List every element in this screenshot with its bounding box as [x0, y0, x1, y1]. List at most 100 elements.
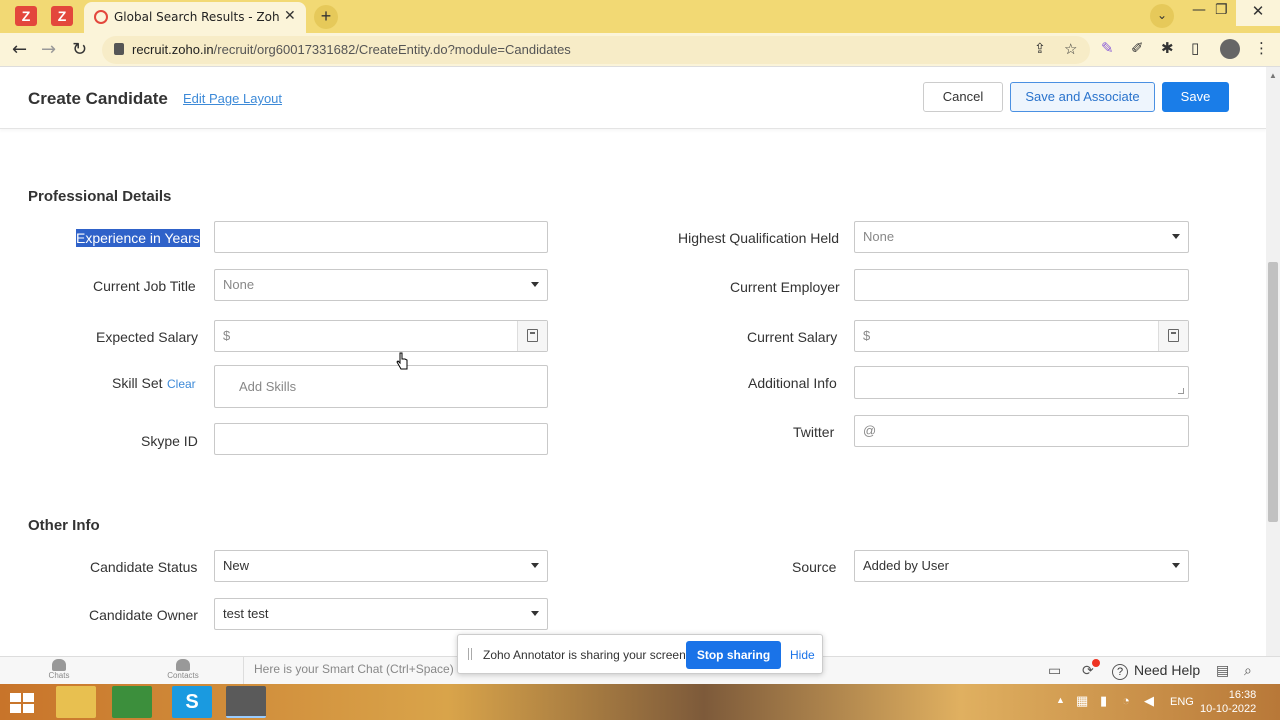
candidate-status-select[interactable]: New: [214, 550, 548, 582]
need-help-button[interactable]: ? Need Help: [1112, 662, 1200, 680]
expected-salary-label: Expected Salary: [96, 329, 198, 345]
screen-share-icon[interactable]: ▭: [1048, 663, 1061, 679]
skype-id-label: Skype ID: [141, 433, 198, 449]
notification-badge: [1092, 659, 1100, 667]
chevron-down-icon: [531, 563, 539, 568]
clock-time: 16:38: [1228, 689, 1257, 701]
browser-menu-icon[interactable]: ⋮: [1254, 39, 1269, 57]
skype-icon[interactable]: S: [172, 686, 212, 718]
maximize-window-icon[interactable]: ❐: [1215, 2, 1228, 18]
candidate-owner-label: Candidate Owner: [89, 607, 198, 623]
pinned-tab-zoho-1[interactable]: Z: [15, 6, 37, 26]
chevron-down-icon: [531, 611, 539, 616]
calculator-icon[interactable]: [517, 321, 547, 351]
scroll-up-icon[interactable]: ▲: [1269, 71, 1277, 80]
side-panel-icon[interactable]: ▯: [1191, 39, 1199, 57]
skill-set-label: Skill Set: [112, 375, 163, 391]
current-employer-input[interactable]: [854, 269, 1189, 301]
active-tab[interactable]: Global Search Results - Zoho Recruit ✕: [84, 2, 306, 33]
chats-tab[interactable]: Chats: [34, 659, 84, 680]
highest-qualification-select[interactable]: None: [854, 221, 1189, 253]
candidate-owner-select[interactable]: test test: [214, 598, 548, 630]
screen-sharing-bar: Zoho Annotator is sharing your screen. S…: [457, 634, 823, 674]
browser-tab-strip: Z Z Global Search Results - Zoho Recruit…: [0, 0, 1280, 33]
calculator-icon[interactable]: [1158, 321, 1188, 351]
highest-qualification-label: Highest Qualification Held: [678, 230, 840, 246]
resize-handle-icon[interactable]: [1178, 388, 1184, 394]
share-icon[interactable]: ⇪: [1034, 41, 1046, 57]
page-title: Create Candidate: [28, 89, 168, 108]
tray-overflow-icon[interactable]: ▲: [1056, 695, 1065, 705]
chevron-down-icon: [531, 282, 539, 287]
current-salary-label: Current Salary: [747, 329, 838, 345]
clock-date: 10-10-2022: [1200, 703, 1257, 715]
pen-extension-icon[interactable]: ✎: [1101, 39, 1114, 57]
source-label: Source: [792, 559, 837, 575]
browser-toolbar: ← → ↻ recruit.zoho.in/recruit/org6001733…: [0, 33, 1280, 67]
lock-icon: [114, 43, 124, 55]
chevron-down-icon: [1172, 234, 1180, 239]
hand-cursor-icon: [396, 352, 408, 370]
address-bar[interactable]: recruit.zoho.in/recruit/org60017331682/C…: [102, 36, 1090, 64]
skills-input[interactable]: Add Skills: [214, 365, 548, 408]
page-scrollbar[interactable]: ▲: [1266, 67, 1280, 656]
forward-arrow-icon[interactable]: →: [41, 39, 56, 60]
chrome-icon[interactable]: [226, 686, 266, 718]
pinned-tab-zoho-2[interactable]: Z: [51, 6, 73, 26]
current-salary-input[interactable]: $: [854, 320, 1189, 352]
additional-info-textarea[interactable]: [854, 366, 1189, 399]
sharing-message: Zoho Annotator is sharing your screen.: [483, 648, 690, 662]
announcements-icon[interactable]: ▤: [1216, 663, 1229, 679]
save-button[interactable]: Save: [1162, 82, 1229, 112]
source-select[interactable]: Added by User: [854, 550, 1189, 582]
eyedropper-extension-icon[interactable]: ✐: [1131, 39, 1144, 57]
drag-handle-icon[interactable]: [468, 648, 472, 660]
task-manager-icon[interactable]: [112, 686, 152, 718]
reload-icon[interactable]: ↻: [72, 39, 87, 60]
twitter-label: Twitter: [793, 424, 835, 440]
zoho-recruit-favicon-icon: [94, 10, 108, 24]
bookmark-star-icon[interactable]: ☆: [1064, 40, 1077, 58]
clear-skills-link[interactable]: Clear: [167, 377, 196, 391]
file-explorer-icon[interactable]: [56, 686, 96, 718]
new-tab-button[interactable]: +: [314, 5, 338, 29]
language-indicator[interactable]: ENG: [1170, 696, 1194, 708]
professional-details-heading: Professional Details: [28, 188, 172, 205]
smart-chat-input[interactable]: Here is your Smart Chat (Ctrl+Space): [243, 657, 463, 684]
twitter-input[interactable]: @: [854, 415, 1189, 447]
network-icon[interactable]: ▦: [1076, 693, 1088, 709]
search-icon[interactable]: ⌕: [1244, 663, 1252, 679]
close-window-icon[interactable]: ✕: [1236, 0, 1280, 26]
minimize-window-icon[interactable]: —: [1192, 2, 1206, 18]
windows-start-icon[interactable]: [10, 693, 36, 713]
current-job-title-select[interactable]: None: [214, 269, 548, 301]
contacts-icon: [176, 659, 190, 671]
close-tab-icon[interactable]: ✕: [284, 7, 296, 24]
expected-salary-input[interactable]: $: [214, 320, 548, 352]
hide-sharing-bar-link[interactable]: Hide: [790, 648, 815, 662]
experience-input[interactable]: [214, 221, 548, 253]
taskbar-clock[interactable]: 16:38 10-10-2022: [1200, 688, 1256, 716]
contacts-tab[interactable]: Contacts: [158, 659, 208, 680]
candidate-status-label: Candidate Status: [90, 559, 198, 575]
puzzle-extensions-icon[interactable]: ✱: [1161, 39, 1174, 57]
help-icon: ?: [1112, 664, 1128, 680]
url-text: recruit.zoho.in/recruit/org60017331682/C…: [132, 42, 571, 57]
cancel-button[interactable]: Cancel: [923, 82, 1003, 112]
skype-id-input[interactable]: [214, 423, 548, 455]
current-employer-label: Current Employer: [730, 279, 840, 295]
profile-avatar[interactable]: [1220, 39, 1240, 59]
scrollbar-thumb[interactable]: [1268, 262, 1278, 522]
tab-search-chevron-down-icon[interactable]: ⌄: [1150, 4, 1174, 28]
back-arrow-icon[interactable]: ←: [12, 39, 27, 60]
edit-page-layout-link[interactable]: Edit Page Layout: [183, 91, 282, 106]
save-and-associate-button[interactable]: Save and Associate: [1010, 82, 1155, 112]
tab-title: Global Search Results - Zoho Recruit: [114, 10, 280, 24]
wifi-icon[interactable]: ◔: [1122, 693, 1130, 708]
chat-icon: [52, 659, 66, 671]
page-header: Create Candidate Edit Page Layout Cancel…: [0, 67, 1266, 129]
windows-taskbar: S ▲ ▦ ▮ ◔ ◀ ENG 16:38 10-10-2022: [0, 684, 1280, 720]
volume-icon[interactable]: ◀: [1144, 693, 1154, 709]
battery-icon[interactable]: ▮: [1100, 693, 1107, 709]
stop-sharing-button[interactable]: Stop sharing: [686, 641, 781, 669]
